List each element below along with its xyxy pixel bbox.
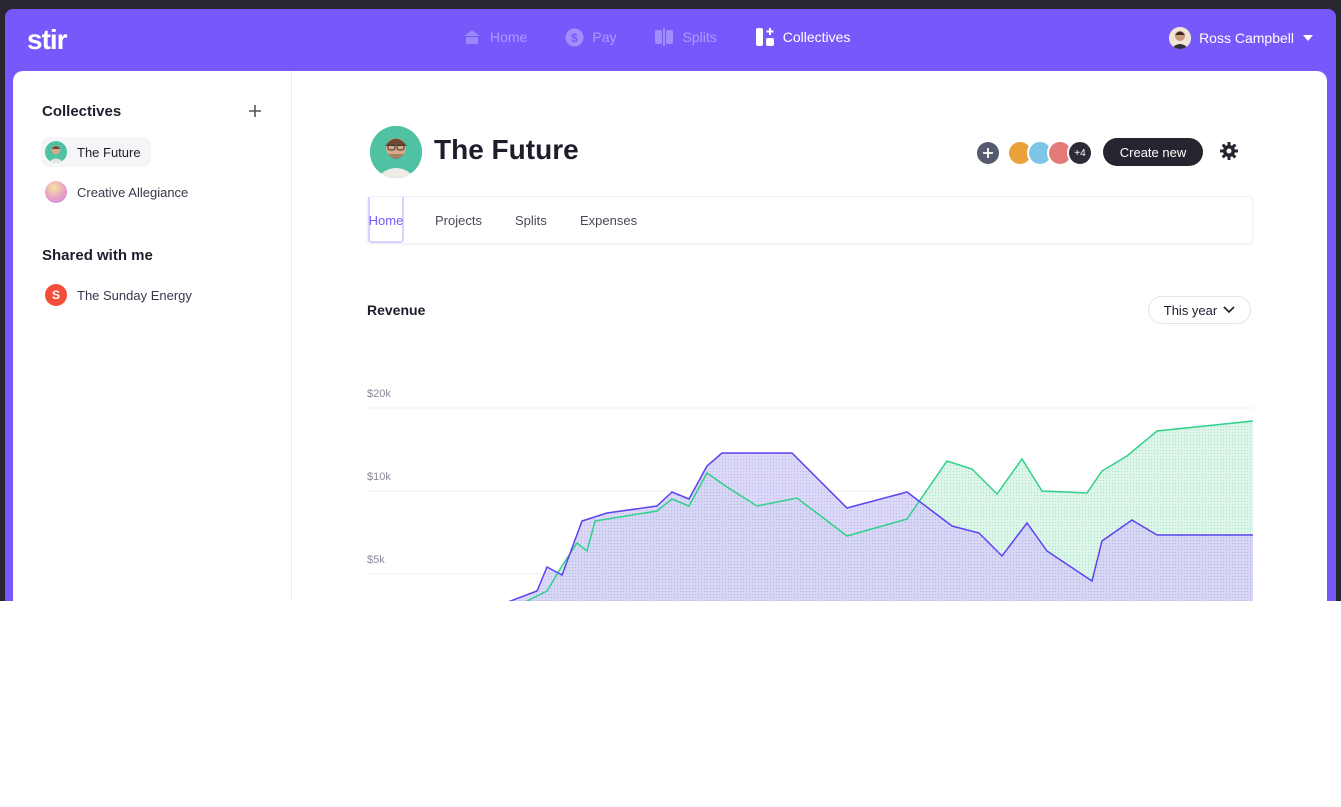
nav-collectives-label: Collectives [782,29,851,45]
user-menu[interactable]: Ross Campbell [1169,27,1314,49]
chevron-down-icon [1303,35,1313,41]
sidebar-item-label: Creative Allegiance [77,184,189,200]
svg-text:$: $ [572,31,579,45]
user-avatar [1169,27,1192,49]
ytick-20k: $20k [367,388,391,400]
tab-expenses[interactable]: Expenses [580,213,637,228]
plus-icon [249,105,261,117]
splits-icon [655,28,674,46]
page-title: The Future [434,134,579,165]
date-range-label: This year [1163,302,1218,318]
app-frame: stir Home $ Pay Splits Collectives Ross … [5,9,1336,601]
shared-heading: Shared with me [42,247,153,264]
more-members-badge[interactable]: +4 [1067,140,1093,166]
top-nav: Home $ Pay Splits Collectives [462,27,888,47]
ytick-10k: $10k [367,471,391,483]
collective-tabs: Home Projects Splits Expenses [367,196,1253,244]
add-collective-button[interactable] [248,101,262,121]
tab-splits[interactable]: Splits [515,213,547,228]
chevron-down-icon [1223,306,1235,314]
nav-splits[interactable]: Splits [654,27,717,47]
collectives-heading: Collectives [42,103,122,120]
gear-icon [1220,142,1238,160]
nav-home[interactable]: Home [462,27,527,47]
nav-home-label: Home [490,29,528,45]
main-content: The Future +4 Create new Home Projects S… [291,71,1327,601]
collective-avatar: S [45,284,67,306]
add-member-button[interactable] [977,142,999,164]
collective-avatar [45,181,67,203]
content-panel: Collectives The Future Creative Allegian… [13,71,1327,601]
tab-projects[interactable]: Projects [435,213,482,228]
sidebar: Collectives The Future Creative Allegian… [13,71,292,601]
date-range-dropdown[interactable]: This year [1148,296,1251,324]
settings-button[interactable] [1220,142,1238,165]
nav-pay-label: Pay [592,29,617,45]
sidebar-item-sunday-energy[interactable]: S The Sunday Energy [41,280,202,310]
plus-icon [983,148,993,158]
user-name: Ross Campbell [1199,30,1294,46]
home-icon [464,30,480,44]
member-avatars[interactable]: +4 [977,140,1093,166]
avatar-initial: S [51,288,60,302]
collective-avatar-large [370,126,422,178]
create-new-button[interactable]: Create new [1103,138,1203,166]
sidebar-item-the-future[interactable]: The Future [41,137,151,167]
collectives-icon [755,28,774,46]
nav-splits-label: Splits [682,29,717,45]
collective-avatar [45,141,67,163]
revenue-chart: $20k $10k $5k [367,388,1254,601]
sidebar-item-label: The Future [77,144,141,160]
tab-home[interactable]: Home [368,213,404,228]
sidebar-item-creative-allegiance[interactable]: Creative Allegiance [41,177,198,207]
nav-collectives[interactable]: Collectives [755,27,851,47]
sidebar-item-label: The Sunday Energy [77,287,192,303]
dollar-icon: $ [565,28,584,46]
nav-pay[interactable]: $ Pay [565,27,616,47]
revenue-title: Revenue [367,302,426,318]
ytick-5k: $5k [367,554,385,566]
stir-logo[interactable]: stir [27,24,68,56]
